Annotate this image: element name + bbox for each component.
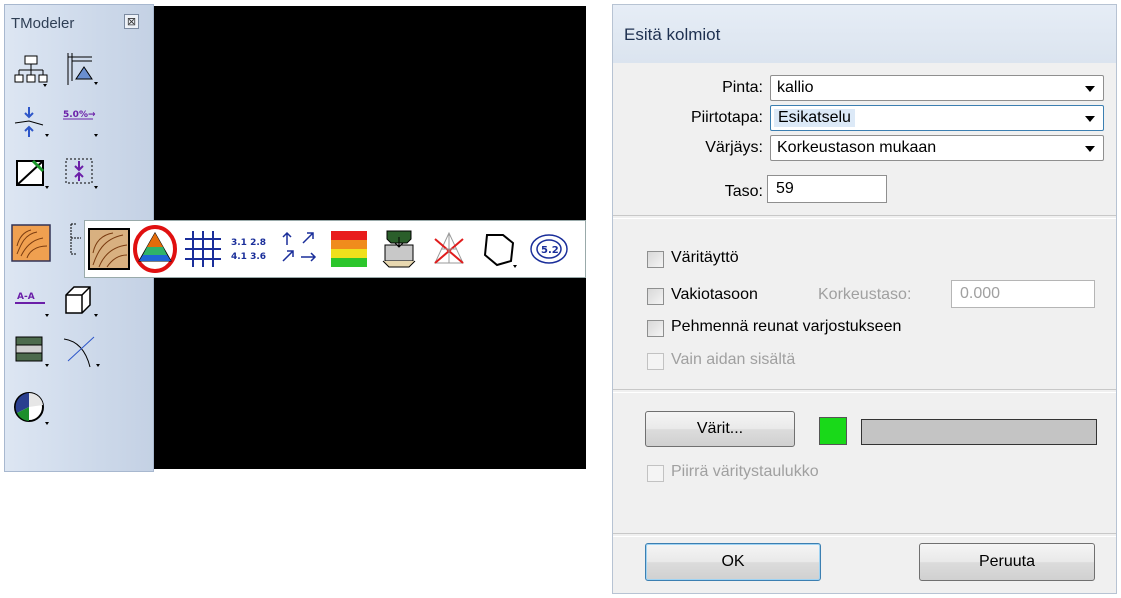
- label-value-icon[interactable]: 5.2: [527, 225, 571, 273]
- globe-shading-icon[interactable]: [13, 389, 53, 427]
- 3d-box-icon[interactable]: [60, 281, 100, 319]
- grid-icon[interactable]: [181, 225, 225, 273]
- section-line-icon[interactable]: A-A: [13, 281, 53, 319]
- triangles-flyout-toolbar: 3.1 2.8 4.1 3.6 5.2: [84, 220, 586, 278]
- elevation-labels-icon[interactable]: 3.1 2.8 4.1 3.6: [229, 225, 273, 273]
- close-icon[interactable]: ⊠: [124, 14, 139, 29]
- korkeustaso-label: Korkeustaso:: [818, 286, 912, 303]
- elevation-marker-icon[interactable]: [60, 153, 100, 191]
- taso-field[interactable]: 59: [767, 175, 887, 203]
- varjays-value: Korkeustason mukaan: [777, 139, 937, 156]
- pinta-combo[interactable]: kallio: [770, 75, 1104, 101]
- taso-label: Taso:: [724, 183, 763, 200]
- chevron-down-icon: [1085, 86, 1095, 92]
- piirtotapa-combo[interactable]: Esikatselu: [770, 105, 1104, 131]
- taso-value: 59: [776, 180, 794, 197]
- contour-selected-icon[interactable]: [87, 225, 131, 273]
- chevron-down-icon: [1085, 146, 1095, 152]
- pehmenna-label: Pehmennä reunat varjostukseen: [671, 318, 902, 335]
- volume-fill-icon[interactable]: [377, 225, 421, 273]
- point-insert-icon[interactable]: [13, 101, 53, 139]
- color-swatch[interactable]: [819, 417, 847, 445]
- dialog-title: Esitä kolmiot: [624, 25, 721, 44]
- toolbox-title: TModeler: [11, 15, 75, 32]
- separator: [613, 215, 1116, 219]
- color-bands-icon[interactable]: [327, 225, 371, 273]
- vain-aidan-checkbox: [647, 353, 664, 370]
- piirra-label: Piirrä väritystaulukko: [671, 463, 819, 480]
- cancel-button[interactable]: Peruuta: [919, 543, 1095, 581]
- piirtotapa-label: Piirtotapa:: [690, 109, 763, 126]
- separator: [613, 533, 1116, 537]
- surface-section-icon[interactable]: [60, 49, 100, 87]
- varitaytto-checkbox[interactable]: [647, 251, 664, 268]
- pinta-value: kallio: [777, 79, 814, 96]
- pinta-label: Pinta:: [722, 79, 763, 96]
- color-ramp: [861, 419, 1097, 445]
- vain-aidan-label: Vain aidan sisältä: [671, 351, 796, 368]
- slope-arrows-icon[interactable]: [277, 225, 321, 273]
- curve-intersect-icon[interactable]: [60, 331, 100, 369]
- piirtotapa-value: Esikatselu: [774, 109, 855, 127]
- esita-kolmiot-dialog: Esitä kolmiot Pinta: kallio Piirtotapa: …: [612, 4, 1117, 594]
- varjays-label: Värjäys:: [705, 139, 763, 156]
- hierarchy-tree-icon[interactable]: [13, 51, 53, 89]
- pehmenna-checkbox[interactable]: [647, 320, 664, 337]
- vakiotasoon-checkbox[interactable]: [647, 288, 664, 305]
- vakiotasoon-label: Vakiotasoon: [671, 286, 758, 303]
- korkeustaso-field: 0.000: [951, 280, 1095, 308]
- piirra-checkbox: [647, 465, 664, 482]
- delete-triangles-icon[interactable]: [427, 225, 471, 273]
- display-triangles-icon[interactable]: [133, 225, 177, 273]
- boundary-icon[interactable]: [477, 225, 521, 273]
- korkeustaso-value: 0.000: [960, 285, 1001, 302]
- svg-text:3.1 2.8: 3.1 2.8: [231, 238, 266, 248]
- svg-text:5.2: 5.2: [541, 245, 559, 256]
- varit-button[interactable]: Värit...: [645, 411, 795, 447]
- chevron-down-icon: [1085, 116, 1095, 122]
- varitaytto-label: Väritäyttö: [671, 249, 739, 266]
- contour-terrain-icon[interactable]: [11, 217, 51, 269]
- ok-button[interactable]: OK: [645, 543, 821, 581]
- layer-stack-icon[interactable]: [13, 331, 53, 369]
- triangle-edit-icon[interactable]: [13, 153, 53, 191]
- separator: [613, 389, 1116, 393]
- slope-percent-icon[interactable]: 5.0%→: [60, 101, 100, 139]
- svg-text:A-A: A-A: [17, 292, 35, 302]
- svg-text:4.1 3.6: 4.1 3.6: [231, 252, 266, 262]
- varjays-combo[interactable]: Korkeustason mukaan: [770, 135, 1104, 161]
- dialog-titlebar: Esitä kolmiot: [613, 5, 1116, 63]
